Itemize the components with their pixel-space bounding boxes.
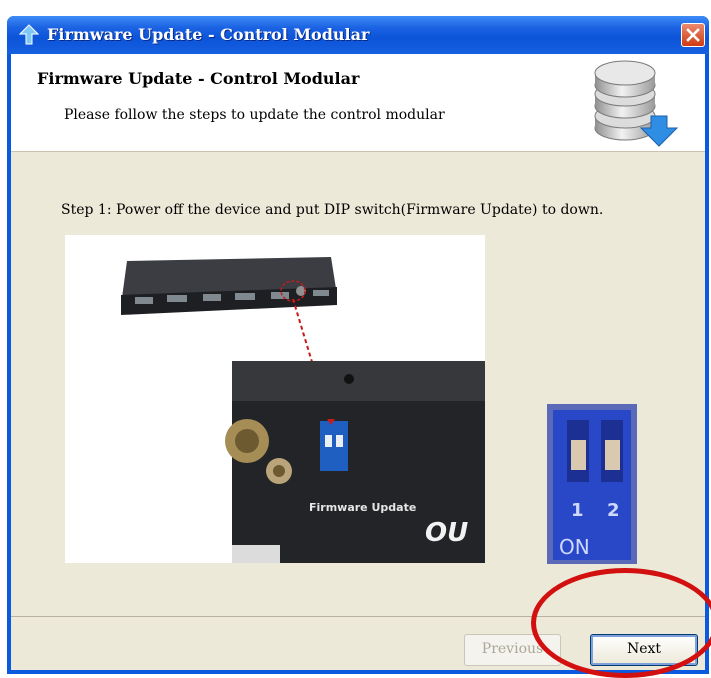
wizard-header: Firmware Update - Control Modular Please… xyxy=(11,54,705,152)
dip-switch-illustration: 1 2 ON xyxy=(547,404,637,564)
page-subtitle: Please follow the steps to update the co… xyxy=(64,107,445,123)
close-button[interactable] xyxy=(681,23,705,47)
device-illustration: Firmware Update OU xyxy=(121,257,485,563)
firmware-update-label: Firmware Update xyxy=(309,501,416,514)
page-title: Firmware Update - Control Modular xyxy=(37,69,360,88)
dip-switch-closeup: 1 2 ON xyxy=(547,404,637,564)
title-bar[interactable]: Firmware Update - Control Modular xyxy=(7,16,709,54)
dip-label-one: 1 xyxy=(571,500,584,521)
device-photo: Firmware Update OU xyxy=(65,235,485,563)
ou-label: OU xyxy=(425,518,468,548)
close-icon xyxy=(686,28,700,42)
window-title: Firmware Update - Control Modular xyxy=(47,25,370,44)
database-download-icon xyxy=(594,60,679,147)
step-instruction: Step 1: Power off the device and put DIP… xyxy=(61,202,604,218)
dip-label-two: 2 xyxy=(607,500,620,521)
dip-label-on: ON xyxy=(559,535,590,559)
arrow-up-icon xyxy=(19,24,39,45)
next-highlight-circle xyxy=(531,568,711,678)
